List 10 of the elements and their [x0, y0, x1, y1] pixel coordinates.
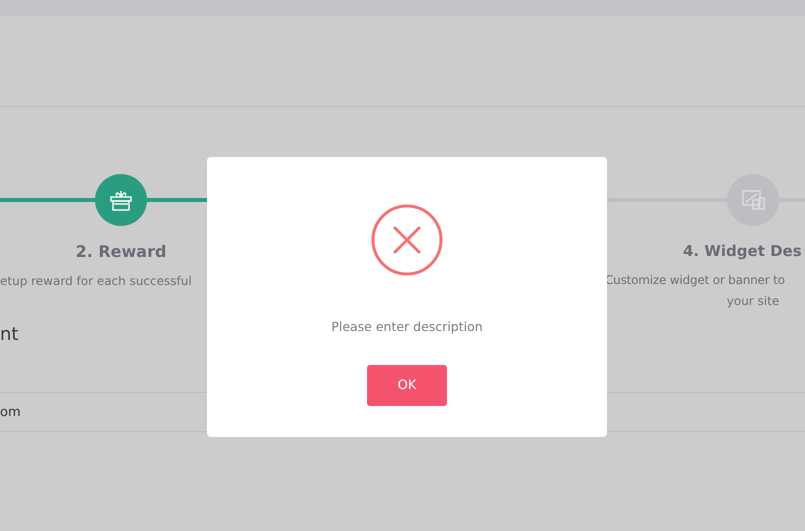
section-heading: nt — [0, 324, 20, 345]
dialog-message: Please enter description — [331, 319, 483, 334]
table-cell: om — [0, 404, 21, 420]
step-description: your site — [726, 293, 780, 310]
ok-button[interactable]: OK — [367, 365, 447, 406]
error-icon — [371, 204, 443, 276]
step-description: Customize widget or banner to — [604, 272, 786, 289]
step-description: etup reward for each successful — [0, 273, 193, 290]
step-title: 2. Reward — [76, 242, 166, 261]
step-title: 4. Widget Des — [683, 242, 802, 260]
